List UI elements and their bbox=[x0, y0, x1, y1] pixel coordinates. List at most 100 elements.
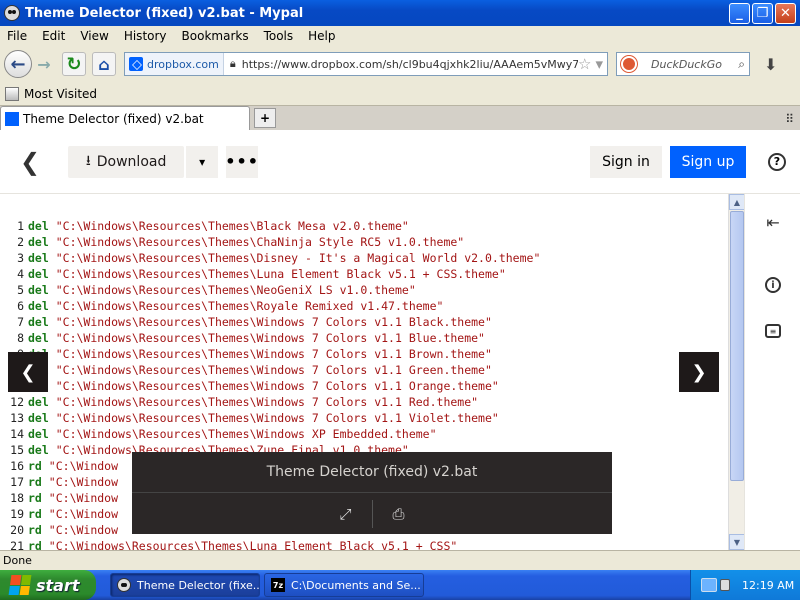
menu-tools[interactable]: Tools bbox=[257, 29, 302, 43]
code-keyword: del bbox=[28, 283, 49, 297]
bookmarks-toolbar: Most Visited bbox=[0, 82, 800, 106]
menu-file[interactable]: File bbox=[0, 29, 35, 43]
code-keyword: rd bbox=[28, 475, 42, 489]
start-button[interactable]: start bbox=[0, 570, 96, 600]
search-icon[interactable]: ⌕ bbox=[738, 57, 745, 72]
maximize-button[interactable]: ❐ bbox=[752, 2, 773, 24]
help-icon[interactable]: ? bbox=[768, 152, 786, 171]
menu-view[interactable]: View bbox=[73, 29, 116, 43]
code-string: "C:\Window bbox=[48, 523, 119, 537]
line-number: 15 bbox=[10, 443, 24, 457]
collapse-sidebar-icon[interactable]: ⇤ bbox=[763, 212, 783, 232]
comment-icon[interactable]: ≡ bbox=[765, 324, 781, 338]
windows-taskbar: start Theme Delector (fixe... 7z C:\Docu… bbox=[0, 570, 800, 600]
clock[interactable]: 12:19 AM bbox=[742, 579, 794, 592]
fullscreen-icon[interactable]: ⤢ bbox=[322, 499, 370, 529]
duckduckgo-icon[interactable] bbox=[621, 56, 637, 72]
line-number: 19 bbox=[10, 507, 24, 521]
new-tab-button[interactable]: + bbox=[254, 108, 276, 128]
mypal-app-icon[interactable] bbox=[4, 5, 20, 21]
back-chevron-icon[interactable]: ❮ bbox=[20, 148, 40, 176]
line-number: 5 bbox=[17, 283, 24, 297]
line-number: 12 bbox=[10, 395, 24, 409]
home-button[interactable]: ⌂ bbox=[92, 52, 116, 76]
search-bar[interactable]: DuckDuckGo ⌕ bbox=[616, 52, 750, 76]
menu-help[interactable]: Help bbox=[301, 29, 343, 43]
sign-up-button[interactable]: Sign up bbox=[670, 145, 746, 178]
tab-active[interactable]: Theme Delector (fixed) v2.bat bbox=[0, 106, 250, 130]
info-icon[interactable]: i bbox=[765, 277, 781, 293]
scroll-down-button[interactable]: ▼ bbox=[729, 534, 745, 550]
mypal-task-icon bbox=[117, 578, 131, 592]
line-number: 18 bbox=[10, 491, 24, 505]
forward-button[interactable]: → bbox=[32, 52, 56, 76]
sign-in-button[interactable]: Sign in bbox=[590, 145, 662, 178]
code-string: "C:\Windows\Resources\Themes\Windows XP … bbox=[55, 427, 437, 441]
site-identity-label: dropbox.com bbox=[147, 57, 219, 71]
next-file-button[interactable]: ❯ bbox=[679, 352, 719, 392]
code-keyword: rd bbox=[28, 491, 42, 505]
downloads-icon[interactable]: ⬇ bbox=[764, 55, 777, 74]
navigation-toolbar: ← → ↻ ⌂ dropbox.com 🔒︎ https://www.dropb… bbox=[0, 46, 800, 82]
code-string: "C:\Windows\Resources\Themes\Windows 7 C… bbox=[55, 347, 492, 361]
file-overlay-bar: Theme Delector (fixed) v2.bat ⤢ ⎙ bbox=[132, 452, 612, 534]
download-button[interactable]: ⭳ Download bbox=[68, 145, 185, 178]
line-number: 13 bbox=[10, 411, 24, 425]
code-keyword: del bbox=[28, 331, 49, 345]
most-visited-folder-icon bbox=[5, 86, 19, 101]
code-keyword: rd bbox=[28, 507, 42, 521]
code-line: 12 del "C:\Windows\Resources\Themes\Windo… bbox=[0, 394, 478, 410]
more-options-button[interactable]: ••• bbox=[225, 145, 259, 178]
dropbox-favicon-icon bbox=[129, 57, 143, 71]
line-number: 16 bbox=[10, 459, 24, 473]
scroll-thumb[interactable] bbox=[730, 211, 744, 481]
line-number: 6 bbox=[17, 299, 24, 313]
overlay-divider bbox=[371, 499, 373, 528]
menu-history[interactable]: History bbox=[117, 29, 175, 43]
code-line: 6 del "C:\Windows\Resources\Themes\Royale… bbox=[0, 298, 443, 314]
previous-file-button[interactable]: ❮ bbox=[8, 352, 48, 392]
network-icon[interactable] bbox=[701, 578, 717, 592]
line-number: 17 bbox=[10, 475, 24, 489]
code-keyword: rd bbox=[28, 539, 42, 550]
line-number: 4 bbox=[17, 267, 24, 281]
overlay-actions: ⤢ ⎙ bbox=[132, 493, 612, 534]
download-options-button[interactable]: ▾ bbox=[186, 145, 219, 178]
url-input[interactable]: https://www.dropbox.com/sh/cl9bu4qjxhk2l… bbox=[242, 58, 578, 71]
scroll-up-button[interactable]: ▲ bbox=[729, 194, 745, 210]
line-number: 14 bbox=[10, 427, 24, 441]
code-string: "C:\Window bbox=[48, 459, 119, 473]
menu-bookmarks[interactable]: Bookmarks bbox=[175, 29, 257, 43]
code-keyword: del bbox=[28, 299, 49, 313]
download-label: Download bbox=[96, 153, 167, 170]
code-line: 20 rd "C:\Window bbox=[0, 522, 118, 538]
code-line: 8 del "C:\Windows\Resources\Themes\Window… bbox=[0, 330, 485, 346]
code-string: "C:\Windows\Resources\Themes\NeoGeniX LS… bbox=[55, 283, 416, 297]
taskbar-item-7zip[interactable]: 7z C:\Documents and Se... bbox=[264, 573, 424, 597]
url-dropdown-icon[interactable]: ▾ bbox=[595, 55, 603, 73]
site-identity-button[interactable]: dropbox.com bbox=[125, 53, 224, 75]
most-visited-bookmark[interactable]: Most Visited bbox=[24, 87, 97, 101]
code-string: "C:\Windows\Resources\Themes\Disney - It… bbox=[55, 251, 541, 265]
bookmark-star-icon[interactable]: ☆ bbox=[578, 55, 591, 73]
code-keyword: del bbox=[28, 427, 49, 441]
lock-icon[interactable]: 🔒︎ bbox=[230, 57, 236, 71]
vertical-scrollbar[interactable]: ▲ ▼ bbox=[728, 194, 745, 550]
close-button[interactable]: ✕ bbox=[775, 2, 796, 24]
menu-edit[interactable]: Edit bbox=[35, 29, 73, 43]
reload-button[interactable]: ↻ bbox=[62, 52, 86, 76]
line-number: 20 bbox=[10, 523, 24, 537]
tab-list-icon[interactable]: ⠿ bbox=[785, 112, 794, 126]
code-keyword: del bbox=[28, 267, 49, 281]
code-keyword: del bbox=[28, 395, 49, 409]
back-button[interactable]: ← bbox=[4, 50, 32, 78]
code-string: "C:\Windows\Resources\Themes\Royale Remi… bbox=[55, 299, 444, 313]
url-bar[interactable]: dropbox.com 🔒︎ https://www.dropbox.com/s… bbox=[124, 52, 608, 76]
line-number: 21 bbox=[10, 539, 24, 550]
minimize-button[interactable]: _ bbox=[729, 2, 750, 24]
search-input[interactable]: DuckDuckGo bbox=[651, 58, 738, 71]
print-icon[interactable]: ⎙ bbox=[375, 499, 423, 529]
safely-remove-icon[interactable] bbox=[720, 579, 730, 591]
code-line: 10del "C:\Windows\Resources\Themes\Windo… bbox=[0, 362, 492, 378]
taskbar-item-mypal[interactable]: Theme Delector (fixe... bbox=[110, 573, 260, 597]
